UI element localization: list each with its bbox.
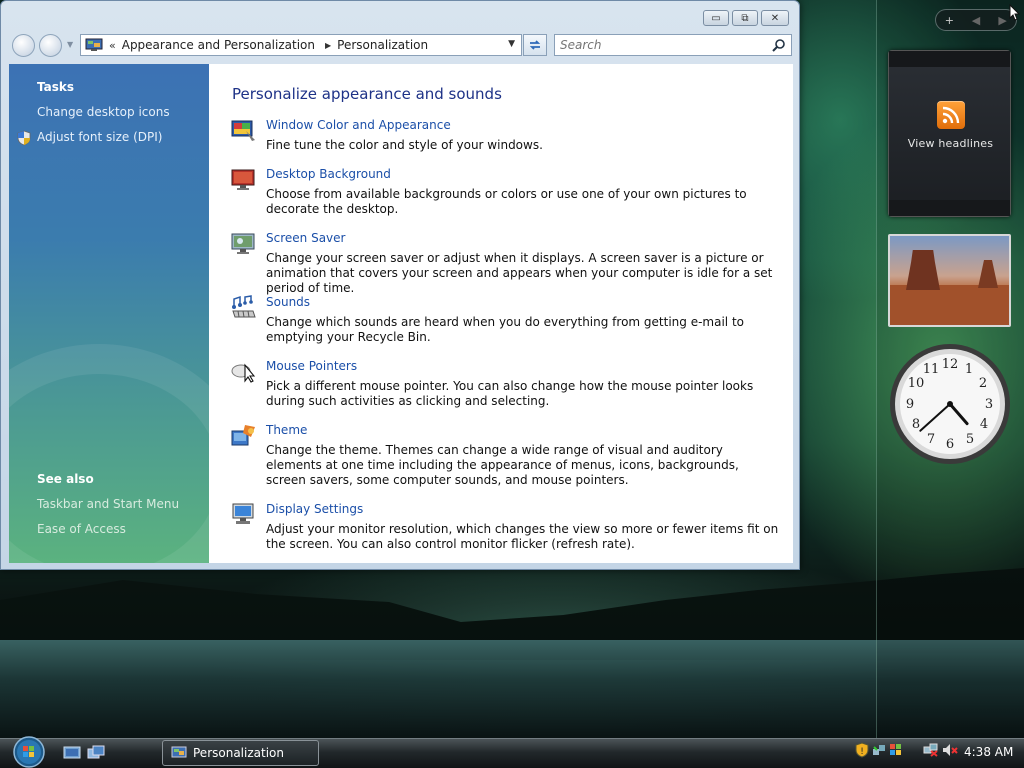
recent-pages-dropdown-icon[interactable]: ▼	[67, 40, 73, 49]
close-button[interactable]: ✕	[761, 10, 789, 26]
slideshow-desert-ground	[890, 285, 1009, 325]
item-description: Fine tune the color and style of your wi…	[266, 138, 543, 152]
network-disconnected-icon[interactable]	[923, 743, 939, 757]
svg-text:5: 5	[966, 432, 974, 447]
refresh-button[interactable]	[523, 34, 547, 56]
clock-gadget[interactable]: 12 1 2 345 678 9 10 11	[888, 342, 1012, 466]
control-panel-icon	[85, 38, 103, 51]
feed-headlines-gadget[interactable]: View headlines	[888, 50, 1011, 217]
desktop-background-link[interactable]: Desktop Background	[266, 167, 391, 181]
sidebar-controls: + ◀ ▶	[935, 9, 1017, 31]
task-pane: Tasks Change desktop icons Adjust font s…	[9, 64, 209, 563]
feed-gadget-top-strip	[889, 51, 1010, 67]
refresh-icon	[529, 40, 541, 50]
svg-text:6: 6	[946, 437, 954, 452]
previous-gadgets-button[interactable]: ◀	[966, 14, 986, 27]
taskbar-start-menu-link[interactable]: Taskbar and Start Menu	[37, 497, 179, 511]
svg-text:12: 12	[942, 357, 959, 372]
security-alert-icon[interactable]: !	[855, 742, 869, 758]
item-description: Adjust your monitor resolution, which ch…	[266, 522, 779, 551]
volume-muted-icon[interactable]	[942, 743, 958, 757]
mouse-pointers-icon	[231, 363, 256, 383]
control-panel-icon	[171, 746, 187, 758]
display-settings-link[interactable]: Display Settings	[266, 502, 363, 516]
slideshow-gadget[interactable]	[888, 234, 1011, 327]
forward-button[interactable]	[39, 34, 62, 57]
display-settings-icon	[232, 503, 254, 524]
item-description: Change which sounds are heard when you d…	[266, 315, 744, 344]
adjust-font-size-link[interactable]: Adjust font size (DPI)	[37, 130, 162, 144]
taskbar-clock[interactable]: 4:38 AM	[964, 745, 1013, 759]
mouse-pointers-link[interactable]: Mouse Pointers	[266, 359, 357, 373]
screen-saver-icon	[231, 233, 255, 254]
personalization-window: ▭ ⧉ ✕ ▼ « Appearance and Personalization…	[0, 0, 800, 570]
svg-text:1: 1	[965, 362, 973, 377]
svg-text:3: 3	[985, 397, 993, 412]
caption-buttons: ▭ ⧉ ✕	[703, 10, 789, 26]
uac-shield-icon	[17, 130, 31, 146]
breadcrumb-chevron[interactable]: «	[109, 39, 116, 52]
window-color-appearance-link[interactable]: Window Color and Appearance	[266, 118, 451, 132]
item-description: Choose from available backgrounds or col…	[266, 187, 747, 216]
start-orb-icon[interactable]	[8, 734, 50, 768]
see-also-heading: See also	[37, 472, 94, 486]
sounds-icon	[232, 295, 256, 318]
svg-text:11: 11	[923, 362, 940, 377]
svg-text:2: 2	[979, 376, 987, 391]
svg-text:9: 9	[906, 397, 914, 412]
maximize-button[interactable]: ⧉	[732, 10, 758, 26]
svg-text:!: !	[860, 747, 864, 757]
taskbar-button-label: Personalization	[193, 746, 284, 760]
breadcrumb-personalization[interactable]: Personalization	[337, 38, 428, 52]
add-gadget-button[interactable]: +	[939, 14, 959, 27]
switch-windows-icon[interactable]	[87, 745, 105, 761]
svg-text:7: 7	[927, 432, 935, 447]
theme-link[interactable]: Theme	[266, 423, 307, 437]
search-box[interactable]	[554, 34, 792, 56]
svg-text:4: 4	[980, 417, 988, 432]
theme-icon	[231, 425, 255, 446]
address-bar[interactable]: « Appearance and Personalization ▶ Perso…	[80, 34, 522, 56]
search-icon[interactable]	[772, 38, 786, 52]
windows-flag-icon[interactable]	[889, 743, 903, 757]
wallpaper-lake	[0, 640, 1024, 738]
content-pane: Personalize appearance and sounds Window…	[209, 64, 793, 563]
address-dropdown-icon[interactable]: ▼	[508, 39, 515, 49]
breadcrumb-separator-icon[interactable]: ▶	[325, 41, 331, 50]
show-desktop-icon[interactable]	[63, 745, 81, 761]
screen-saver-link[interactable]: Screen Saver	[266, 231, 345, 245]
mouse-cursor-icon	[1009, 4, 1021, 21]
item-description: Change the theme. Themes can change a wi…	[266, 443, 739, 487]
sounds-link[interactable]: Sounds	[266, 295, 310, 309]
ease-of-access-link[interactable]: Ease of Access	[37, 522, 126, 536]
taskbar-button-personalization[interactable]: Personalization	[162, 740, 319, 766]
svg-text:8: 8	[912, 417, 920, 432]
rss-feed-icon	[937, 101, 965, 129]
minimize-button[interactable]: ▭	[703, 10, 729, 26]
change-desktop-icons-link[interactable]: Change desktop icons	[37, 105, 170, 119]
page-title: Personalize appearance and sounds	[232, 85, 502, 103]
desktop-background-icon	[231, 169, 255, 190]
view-headlines-label[interactable]: View headlines	[889, 137, 1012, 150]
system-tray: !	[855, 742, 958, 758]
item-description: Change your screen saver or adjust when …	[266, 251, 773, 295]
svg-text:10: 10	[908, 376, 925, 391]
window-color-icon	[231, 120, 255, 141]
breadcrumb-appearance-personalization[interactable]: Appearance and Personalization	[122, 38, 315, 52]
slideshow-butte-small	[978, 260, 998, 288]
quick-launch	[63, 745, 105, 761]
feed-gadget-bottom-strip	[889, 200, 1010, 216]
network-status-icon[interactable]	[872, 743, 886, 757]
search-input[interactable]	[555, 35, 765, 55]
tasks-heading: Tasks	[37, 80, 75, 94]
item-description: Pick a different mouse pointer. You can …	[266, 379, 754, 408]
slideshow-butte	[906, 250, 940, 290]
back-button[interactable]	[12, 34, 35, 57]
